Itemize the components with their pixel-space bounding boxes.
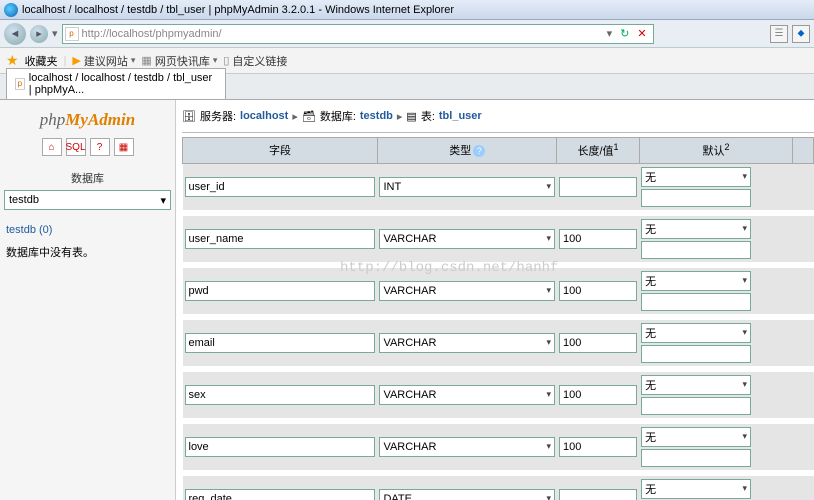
window-titlebar: localhost / localhost / testdb / tbl_use… <box>0 0 814 20</box>
url-dropdown-icon[interactable]: ▾ <box>603 27 617 40</box>
bc-table[interactable]: tbl_user <box>439 110 482 122</box>
field-name-input[interactable] <box>185 281 376 301</box>
table-row: VARCHAR▾ 无▾ <box>183 268 814 314</box>
favorites-star-icon[interactable]: ★ <box>6 52 19 69</box>
tab-favicon-icon: p <box>15 78 25 90</box>
favorites-label[interactable]: 收藏夹 <box>25 53 58 69</box>
browser-tab[interactable]: p localhost / localhost / testdb / tbl_u… <box>6 68 226 99</box>
forward-button[interactable]: ▸ <box>30 25 48 43</box>
pma-logo: phpMyAdmin <box>4 106 171 138</box>
type-select[interactable]: INT▾ <box>379 177 555 197</box>
col-type: 类型? <box>377 138 557 164</box>
favitem-quick[interactable]: ▦ 网页快讯库 ▾ <box>141 53 217 69</box>
type-select[interactable]: VARCHAR▾ <box>379 385 555 405</box>
default-value-input[interactable] <box>641 189 751 207</box>
database-select[interactable]: testdb ▾ <box>4 190 171 210</box>
default-value-input[interactable] <box>641 449 751 467</box>
play-icon: ▶ <box>72 54 80 67</box>
table-row: VARCHAR▾ 无▾ <box>183 216 814 262</box>
tab-title: localhost / localhost / testdb / tbl_use… <box>29 72 217 96</box>
default-value-input[interactable] <box>641 345 751 363</box>
bc-server[interactable]: localhost <box>240 110 288 122</box>
database-label: 数据库 <box>4 166 171 190</box>
length-input[interactable] <box>559 437 637 457</box>
field-name-input[interactable] <box>185 177 376 197</box>
favitem-custom[interactable]: ▯ 自定义链接 <box>223 53 287 69</box>
sidebar: phpMyAdmin ⌂ SQL ? ▦ 数据库 testdb ▾ testdb… <box>0 100 176 500</box>
field-name-input[interactable] <box>185 489 376 500</box>
browser-tabs: p localhost / localhost / testdb / tbl_u… <box>0 74 814 100</box>
table-row: VARCHAR▾ 无▾ <box>183 372 814 418</box>
field-name-input[interactable] <box>185 333 376 353</box>
query-icon[interactable]: ▦ <box>114 138 134 156</box>
table-icon: ▤ <box>406 110 416 123</box>
page-icon: ▯ <box>223 54 229 67</box>
table-row: DATE▾ 无▾ <box>183 476 814 500</box>
field-name-input[interactable] <box>185 437 376 457</box>
refresh-icon[interactable]: ↻ <box>616 27 633 40</box>
breadcrumb: 🗄 服务器: localhost ▸ 🗃 数据库: testdb ▸ ▤ 表: … <box>182 106 814 133</box>
content-area: 🗄 服务器: localhost ▸ 🗃 数据库: testdb ▸ ▤ 表: … <box>176 100 814 500</box>
col-default: 默认2 <box>639 138 793 164</box>
default-select[interactable]: 无▾ <box>641 323 751 343</box>
docs-icon[interactable]: ? <box>90 138 110 156</box>
database-icon: 🗃 <box>302 110 316 123</box>
default-value-input[interactable] <box>641 397 751 415</box>
default-value-input[interactable] <box>641 293 751 311</box>
url-prefix: http:// <box>82 28 110 40</box>
type-select[interactable]: DATE▾ <box>379 489 555 500</box>
browser-navbar: ◄ ▸ ▾ p http:// ▾ ↻ ✕ ☰ ⬥ <box>0 20 814 48</box>
type-select[interactable]: VARCHAR▾ <box>379 229 555 249</box>
stop-icon[interactable]: ✕ <box>633 27 650 40</box>
sql-icon[interactable]: SQL <box>66 138 86 156</box>
table-row: VARCHAR▾ 无▾ <box>183 424 814 470</box>
type-select[interactable]: VARCHAR▾ <box>379 281 555 301</box>
address-bar[interactable]: p http:// ▾ ↻ ✕ <box>62 24 654 44</box>
server-icon: 🗄 <box>182 110 196 123</box>
length-input[interactable] <box>559 385 637 405</box>
help-icon[interactable]: ? <box>473 145 485 157</box>
length-input[interactable] <box>559 333 637 353</box>
back-button[interactable]: ◄ <box>4 23 26 45</box>
default-select[interactable]: 无▾ <box>641 167 751 187</box>
default-select[interactable]: 无▾ <box>641 375 751 395</box>
rss-icon[interactable]: ☰ <box>770 25 788 43</box>
field-name-input[interactable] <box>185 385 376 405</box>
col-length: 长度/值1 <box>557 138 639 164</box>
default-select[interactable]: 无▾ <box>641 479 751 499</box>
url-input[interactable] <box>109 28 603 40</box>
home-icon[interactable]: ⌂ <box>42 138 62 156</box>
col-field: 字段 <box>183 138 378 164</box>
table-row: VARCHAR▾ 无▾ <box>183 320 814 366</box>
slice-icon: ▦ <box>141 54 151 67</box>
dropdown-icon: ▾ <box>160 194 166 207</box>
type-select[interactable]: VARCHAR▾ <box>379 437 555 457</box>
database-link[interactable]: testdb (0) <box>4 220 171 240</box>
length-input[interactable] <box>559 177 637 197</box>
length-input[interactable] <box>559 281 637 301</box>
default-select[interactable]: 无▾ <box>641 427 751 447</box>
default-select[interactable]: 无▾ <box>641 219 751 239</box>
table-row: INT▾ 无▾ <box>183 163 814 210</box>
favicon-icon: p <box>65 27 79 41</box>
no-tables-msg: 数据库中没有表。 <box>4 240 171 264</box>
default-value-input[interactable] <box>641 241 751 259</box>
field-name-input[interactable] <box>185 229 376 249</box>
bc-database[interactable]: testdb <box>360 110 393 122</box>
nav-dropdown-icon[interactable]: ▾ <box>52 27 58 40</box>
fields-table: 字段 类型? 长度/值1 默认2 INT▾无▾VARCHAR▾无▾VARCHAR… <box>182 137 814 500</box>
type-select[interactable]: VARCHAR▾ <box>379 333 555 353</box>
default-select[interactable]: 无▾ <box>641 271 751 291</box>
pin-icon[interactable]: ⬥ <box>792 25 810 43</box>
length-input[interactable] <box>559 489 637 500</box>
window-title: localhost / localhost / testdb / tbl_use… <box>22 4 454 16</box>
ie-icon <box>4 3 18 17</box>
length-input[interactable] <box>559 229 637 249</box>
favitem-suggest[interactable]: ▶ 建议网站 ▾ <box>72 53 135 69</box>
